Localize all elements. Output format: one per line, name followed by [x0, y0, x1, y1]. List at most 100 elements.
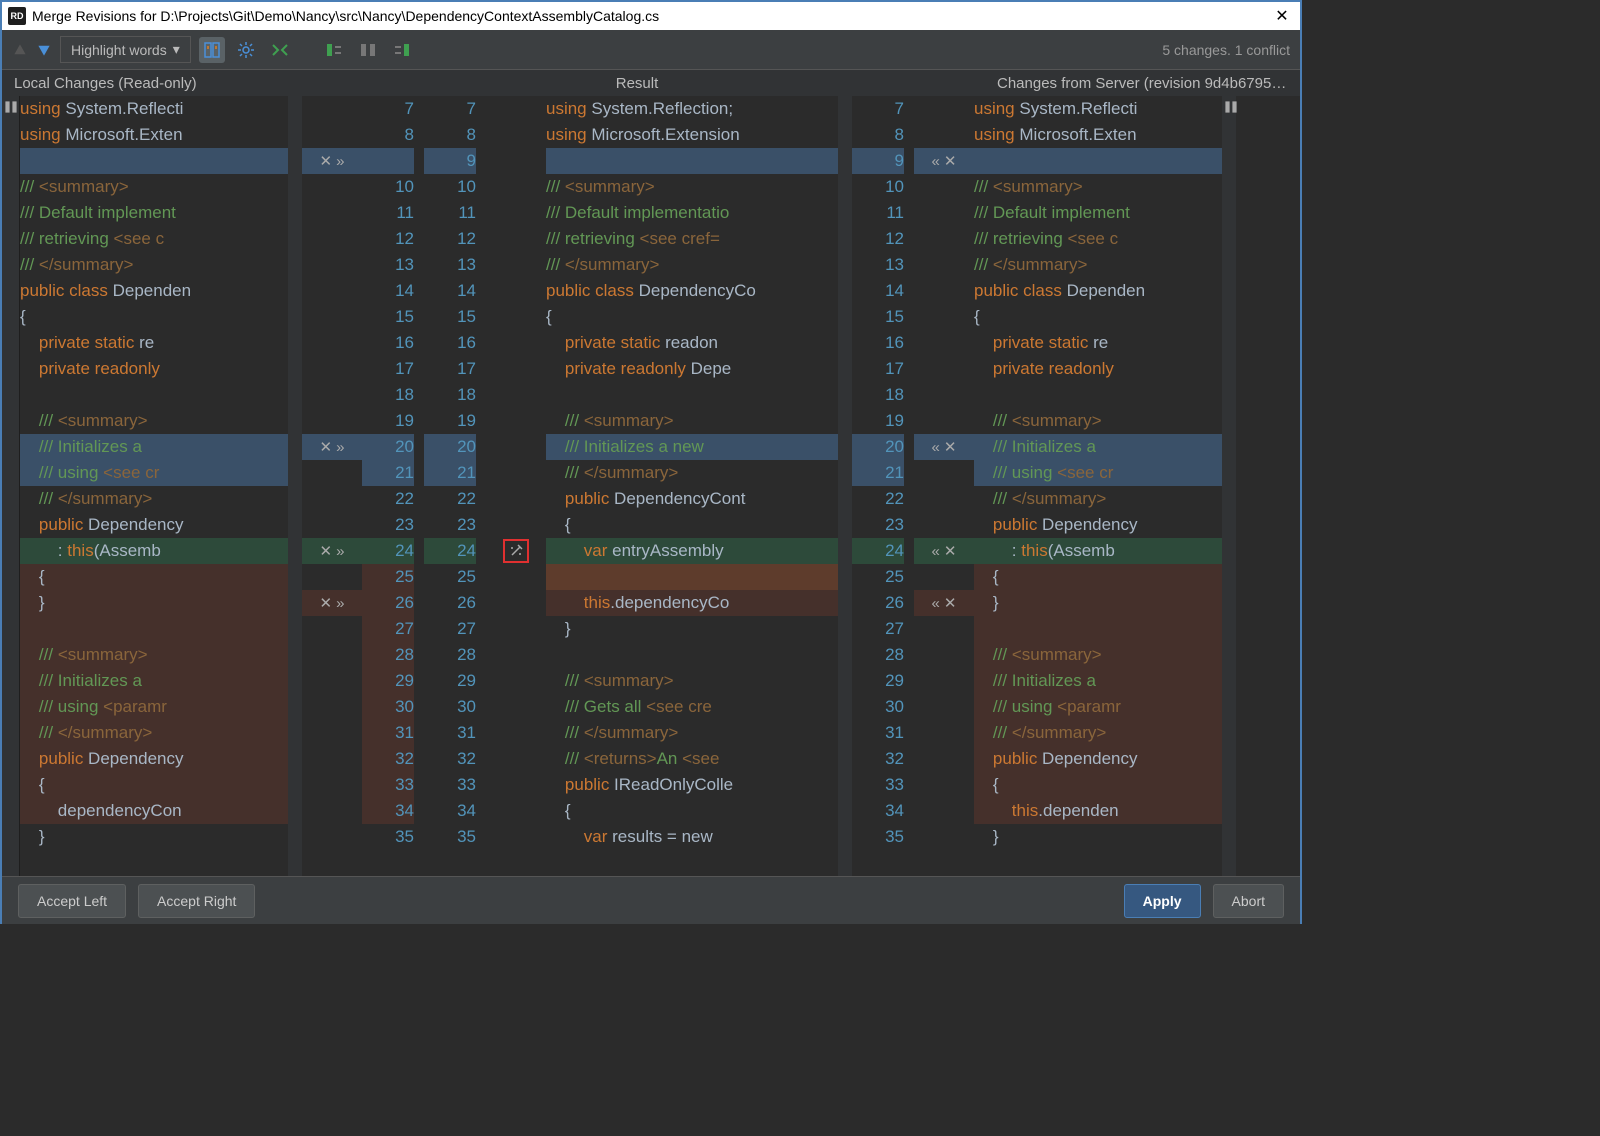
accept-change-icon[interactable]: »: [336, 439, 344, 456]
discard-change-icon[interactable]: ✕: [944, 438, 957, 456]
code-line: }: [546, 616, 838, 642]
linenum: 12: [852, 226, 904, 252]
code-line: /// <summary>: [20, 642, 288, 668]
merge-action-cell: [302, 720, 362, 746]
code-line: [20, 616, 288, 642]
close-icon[interactable]: ✕: [1270, 6, 1294, 26]
highlight-mode-dropdown[interactable]: Highlight words ▾: [60, 36, 191, 63]
left-code-pane[interactable]: using System.Reflectiusing Microsoft.Ext…: [20, 96, 288, 876]
magic-cell: [486, 590, 546, 616]
linenum: 17: [424, 356, 476, 382]
linenum: 25: [362, 564, 414, 590]
apply-nonconflict-right-icon[interactable]: [389, 37, 415, 63]
discard-change-icon[interactable]: ✕: [944, 542, 957, 560]
linenum: 28: [362, 642, 414, 668]
code-line: /// <returns>An <see: [546, 746, 838, 772]
discard-change-icon[interactable]: ✕: [320, 438, 333, 456]
accept-right-button[interactable]: Accept Right: [138, 884, 255, 918]
code-line: /// Default implement: [20, 200, 288, 226]
abort-button[interactable]: Abort: [1213, 884, 1284, 918]
magic-cell: [486, 772, 546, 798]
apply-button[interactable]: Apply: [1124, 884, 1201, 918]
merge-action-cell: «✕: [914, 148, 974, 174]
merge-action-cell: [914, 798, 974, 824]
pause-icon[interactable]: [1224, 100, 1238, 114]
merge-action-cell: [302, 824, 362, 850]
discard-change-icon[interactable]: ✕: [944, 152, 957, 170]
right-code-pane[interactable]: using System.Reflectiusing Microsoft.Ext…: [974, 96, 1222, 876]
discard-change-icon[interactable]: ✕: [320, 594, 333, 612]
discard-change-icon[interactable]: ✕: [944, 594, 957, 612]
next-diff-icon[interactable]: [36, 42, 52, 58]
magic-cell: [486, 122, 546, 148]
linenum: 14: [362, 278, 414, 304]
code-line: [974, 382, 1222, 408]
linenum: [362, 148, 414, 174]
code-line: private static readon: [546, 330, 838, 356]
code-line: /// <summary>: [546, 174, 838, 200]
accept-change-icon[interactable]: «: [932, 153, 940, 170]
accept-change-icon[interactable]: «: [932, 543, 940, 560]
linenum: 34: [362, 798, 414, 824]
merge-icon-1[interactable]: [267, 37, 293, 63]
code-line: using Microsoft.Extension: [546, 122, 838, 148]
code-line: /// Default implement: [974, 200, 1222, 226]
accept-change-icon[interactable]: »: [336, 543, 344, 560]
magic-cell: [486, 382, 546, 408]
code-line: var entryAssembly: [546, 538, 838, 564]
discard-change-icon[interactable]: ✕: [320, 542, 333, 560]
linenum: 15: [424, 304, 476, 330]
apply-nonconflict-left-icon[interactable]: [321, 37, 347, 63]
linenum: 32: [424, 746, 476, 772]
sync-scroll-icon[interactable]: [199, 37, 225, 63]
linenum: 12: [362, 226, 414, 252]
code-line: /// </summary>: [974, 720, 1222, 746]
accept-left-button[interactable]: Accept Left: [18, 884, 126, 918]
left-miniscroll[interactable]: [288, 96, 302, 876]
linenum: 16: [424, 330, 476, 356]
merge-action-cell: [914, 200, 974, 226]
code-line: private readonly: [974, 356, 1222, 382]
accept-change-icon[interactable]: »: [336, 595, 344, 612]
left-linenums: 78 1011121314151617181920212223242526272…: [362, 96, 424, 876]
center-miniscroll[interactable]: [838, 96, 852, 876]
code-line: dependencyCon: [20, 798, 288, 824]
code-line: {: [546, 512, 838, 538]
merge-action-cell: [914, 694, 974, 720]
highlight-mode-label: Highlight words: [71, 42, 167, 58]
center-code-pane[interactable]: using System.Reflection;using Microsoft.…: [546, 96, 838, 876]
linenum: 16: [362, 330, 414, 356]
linenum: 30: [852, 694, 904, 720]
resolve-conflict-magic-icon[interactable]: [503, 539, 529, 563]
code-line: [20, 382, 288, 408]
accept-change-icon[interactable]: «: [932, 595, 940, 612]
code-line: private static re: [20, 330, 288, 356]
apply-nonconflict-both-icon[interactable]: [355, 37, 381, 63]
linenum: 8: [424, 122, 476, 148]
merge-action-cell: [302, 200, 362, 226]
settings-icon[interactable]: [233, 37, 259, 63]
center-linenums-left: 7891011121314151617181920212223242526272…: [424, 96, 486, 876]
merge-action-cell: [302, 304, 362, 330]
merge-action-cell: [914, 668, 974, 694]
merge-action-cell: [914, 304, 974, 330]
discard-change-icon[interactable]: ✕: [320, 152, 333, 170]
right-miniscroll[interactable]: [1222, 96, 1236, 876]
merge-action-cell: [914, 824, 974, 850]
linenum: 20: [852, 434, 904, 460]
linenum: 35: [424, 824, 476, 850]
code-line: {: [20, 772, 288, 798]
chevron-down-icon: ▾: [173, 41, 180, 58]
linenum: 31: [424, 720, 476, 746]
accept-change-icon[interactable]: «: [932, 439, 940, 456]
linenum: 14: [424, 278, 476, 304]
pause-icon[interactable]: [4, 100, 18, 114]
linenum: 20: [362, 434, 414, 460]
linenum: 24: [424, 538, 476, 564]
prev-diff-icon[interactable]: [12, 42, 28, 58]
magic-cell: [486, 434, 546, 460]
accept-change-icon[interactable]: »: [336, 153, 344, 170]
merge-action-cell: [302, 772, 362, 798]
linenum: 22: [424, 486, 476, 512]
code-line: /// <summary>: [546, 408, 838, 434]
